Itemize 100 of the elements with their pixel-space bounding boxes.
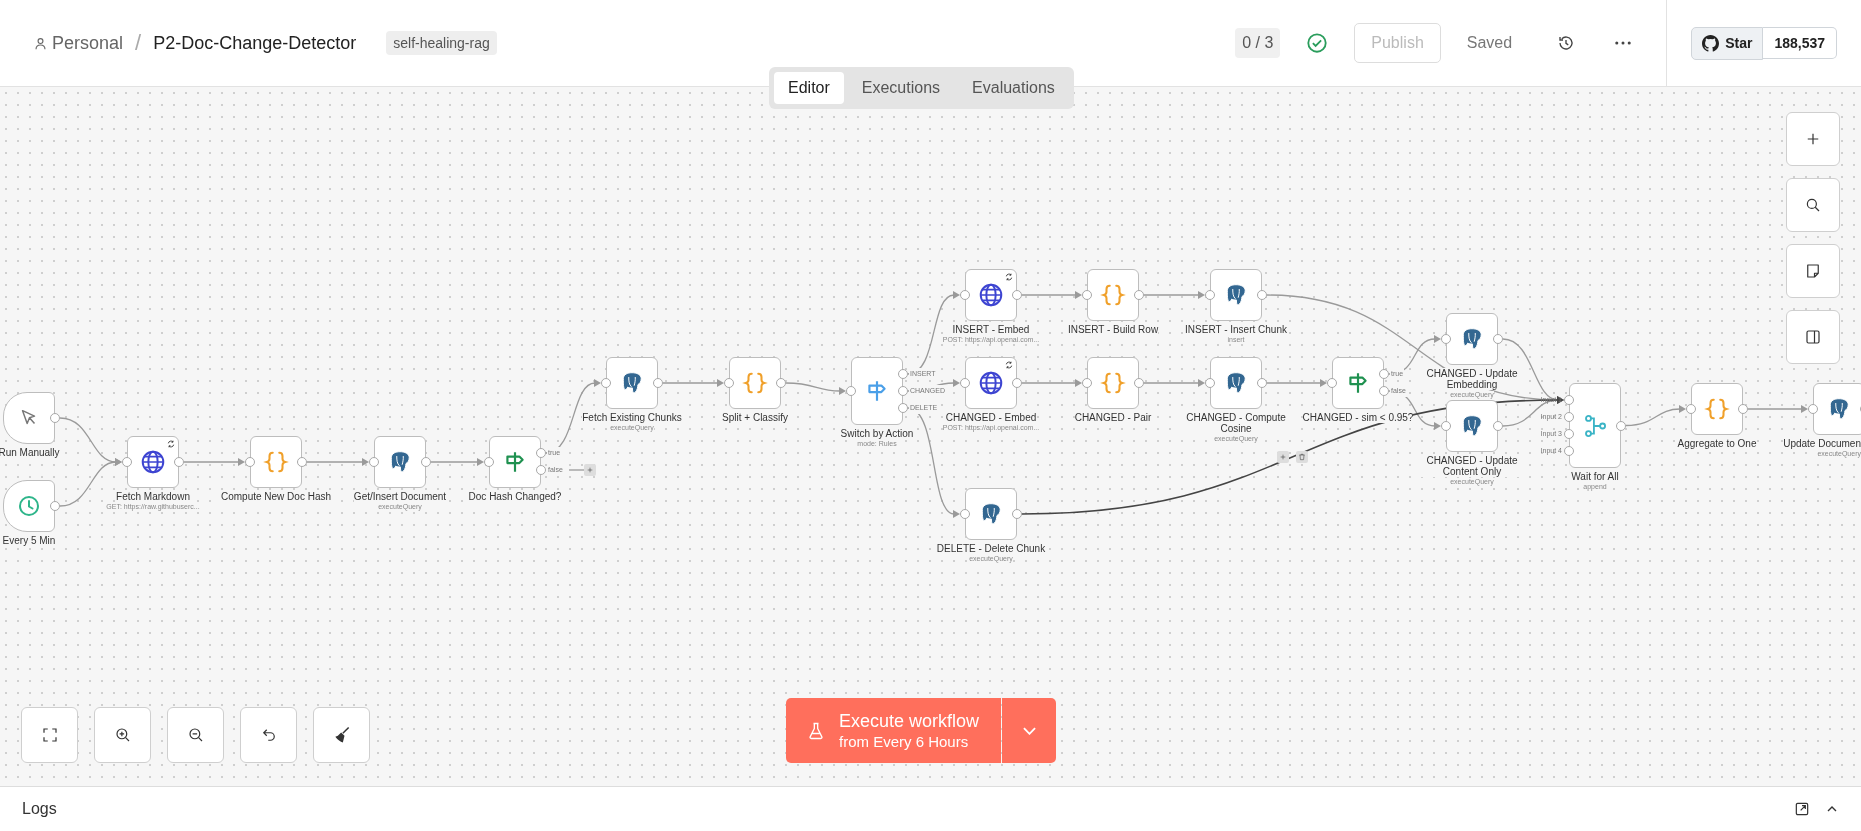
output-port[interactable]: [1493, 421, 1503, 431]
node-title: INSERT - Build Row: [1067, 324, 1159, 335]
node-title: CHANGED - Compute Cosine: [1180, 412, 1292, 434]
input-port[interactable]: [724, 378, 734, 388]
input-port[interactable]: [1686, 404, 1696, 414]
input-port[interactable]: [1205, 290, 1215, 300]
owner-link[interactable]: Personal: [34, 32, 124, 54]
input-port[interactable]: [1808, 404, 1818, 414]
workflow-node[interactable]: [1446, 313, 1498, 365]
output-port[interactable]: [1738, 404, 1748, 414]
workflow-node[interactable]: [965, 357, 1017, 409]
connector-line[interactable]: [1388, 390, 1441, 430]
output-port[interactable]: [421, 457, 431, 467]
github-star-button[interactable]: Star: [1691, 26, 1764, 60]
side-panel-button[interactable]: [1786, 310, 1840, 364]
workflow-node[interactable]: [3, 392, 55, 444]
fit-view-button[interactable]: [21, 707, 78, 763]
input-port[interactable]: [1441, 421, 1451, 431]
workflow-node[interactable]: [965, 269, 1017, 321]
workflow-node[interactable]: [127, 436, 179, 488]
braces-icon: [742, 370, 768, 396]
trash-icon: [1298, 453, 1306, 461]
input-port[interactable]: [601, 378, 611, 388]
sticky-note-button[interactable]: [1786, 244, 1840, 298]
workflow-name[interactable]: P2-Doc-Change-Detector: [153, 32, 357, 54]
node-title: CHANGED - Embed: [945, 412, 1037, 423]
workflow-node[interactable]: [1446, 400, 1498, 452]
workflow-node[interactable]: [1813, 383, 1861, 435]
add-node-button[interactable]: [1277, 451, 1289, 463]
input-port[interactable]: [960, 290, 970, 300]
input-port[interactable]: [1327, 378, 1337, 388]
output-port[interactable]: [50, 501, 60, 511]
output-port[interactable]: [1493, 334, 1503, 344]
workflow-node[interactable]: [3, 480, 55, 532]
input-port[interactable]: [1082, 378, 1092, 388]
input-port[interactable]: [1205, 378, 1215, 388]
tidy-up-button[interactable]: [313, 707, 370, 763]
view-tab[interactable]: Executions: [847, 72, 955, 104]
zoom-in-icon: [113, 726, 132, 744]
output-port[interactable]: [1134, 290, 1144, 300]
view-tab[interactable]: Editor: [774, 72, 844, 104]
output-port[interactable]: [1012, 378, 1022, 388]
workflow-node[interactable]: [1087, 269, 1139, 321]
workflow-node[interactable]: [374, 436, 426, 488]
undo-button[interactable]: [240, 707, 297, 763]
input-port[interactable]: [245, 457, 255, 467]
workflow-node[interactable]: [1210, 357, 1262, 409]
github-icon: [1702, 34, 1720, 52]
node-title: DELETE - Delete Chunk: [936, 543, 1046, 554]
output-port[interactable]: [1616, 420, 1626, 431]
output-port[interactable]: [1012, 290, 1022, 300]
input-port[interactable]: [1441, 334, 1451, 344]
output-port[interactable]: [1257, 378, 1267, 388]
output-port[interactable]: [653, 378, 663, 388]
input-port[interactable]: [1082, 290, 1092, 300]
execute-options-button[interactable]: [1002, 698, 1057, 763]
workflow-node[interactable]: [1210, 269, 1262, 321]
more-icon: [1615, 41, 1632, 45]
node-title: Fetch Markdown: [116, 491, 190, 502]
workflow-tag[interactable]: self-healing-rag: [386, 31, 497, 55]
input-port[interactable]: [846, 386, 856, 396]
node-title: Doc Hash Changed?: [468, 491, 562, 502]
input-port[interactable]: [122, 457, 132, 467]
search-icon: [1804, 196, 1822, 214]
zoom-in-button[interactable]: [94, 707, 151, 763]
workflow-node[interactable]: [489, 436, 541, 488]
workflow-node[interactable]: [606, 357, 658, 409]
output-port[interactable]: [50, 413, 60, 423]
workflow-node[interactable]: [1691, 383, 1743, 435]
zoom-out-button[interactable]: [167, 707, 224, 763]
node-title: Switch by Action: [840, 428, 914, 439]
output-port[interactable]: [1257, 290, 1267, 300]
input-port[interactable]: [960, 378, 970, 388]
workflow-node[interactable]: [250, 436, 302, 488]
history-icon: [1557, 34, 1576, 52]
search-button[interactable]: [1786, 178, 1840, 232]
add-node-button[interactable]: [1786, 112, 1840, 166]
fit-view-icon: [40, 726, 59, 744]
star-count[interactable]: 188,537: [1763, 27, 1837, 59]
add-node-button[interactable]: [584, 464, 596, 476]
workflow-node[interactable]: [1569, 383, 1621, 468]
input-port[interactable]: [484, 457, 494, 467]
input-port[interactable]: [960, 509, 970, 519]
input-port[interactable]: [369, 457, 379, 467]
globe-icon: [978, 370, 1004, 396]
output-port[interactable]: [174, 457, 184, 467]
workflow-node[interactable]: [1087, 357, 1139, 409]
workflow-node[interactable]: [1332, 357, 1384, 409]
workflow-node[interactable]: [729, 357, 781, 409]
workflow-node[interactable]: [965, 488, 1017, 540]
node-title: Update Documen: [1783, 438, 1861, 449]
output-port[interactable]: [1012, 509, 1022, 519]
delete-connection-button[interactable]: [1296, 451, 1308, 463]
clock-icon: [17, 494, 41, 518]
output-port[interactable]: [297, 457, 307, 467]
progress-counter[interactable]: 0 / 3: [1235, 28, 1281, 58]
output-port[interactable]: [1134, 378, 1144, 388]
workflow-node[interactable]: [851, 357, 903, 425]
output-port[interactable]: [776, 378, 786, 388]
view-tab[interactable]: Evaluations: [958, 72, 1069, 104]
